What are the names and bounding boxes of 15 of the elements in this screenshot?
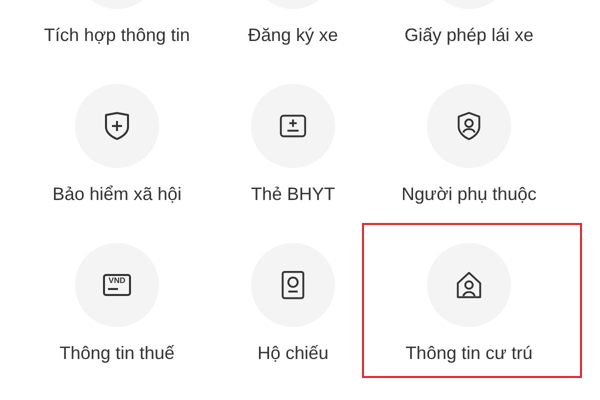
service-label: Người phụ thuộc [402,183,536,205]
service-button[interactable]: VND [75,243,159,327]
passport-icon [279,270,307,300]
service-label: Thẻ BHYT [250,183,336,205]
service-label: Bảo hiểm xã hội [52,183,182,205]
banknote-icon: VND [103,274,131,296]
service-label: Giấy phép lái xe [404,24,534,46]
service-label: Đăng ký xe [248,24,338,46]
service-label: Thông tin thuế [59,342,175,364]
service-label: Thông tin cư trú [405,342,533,364]
shield-plus-icon [103,111,131,141]
shield-person-icon [455,111,483,141]
service-label: Tích hợp thông tin [44,24,190,46]
service-label: Hộ chiếu [257,342,329,364]
house-person-icon [455,270,483,300]
